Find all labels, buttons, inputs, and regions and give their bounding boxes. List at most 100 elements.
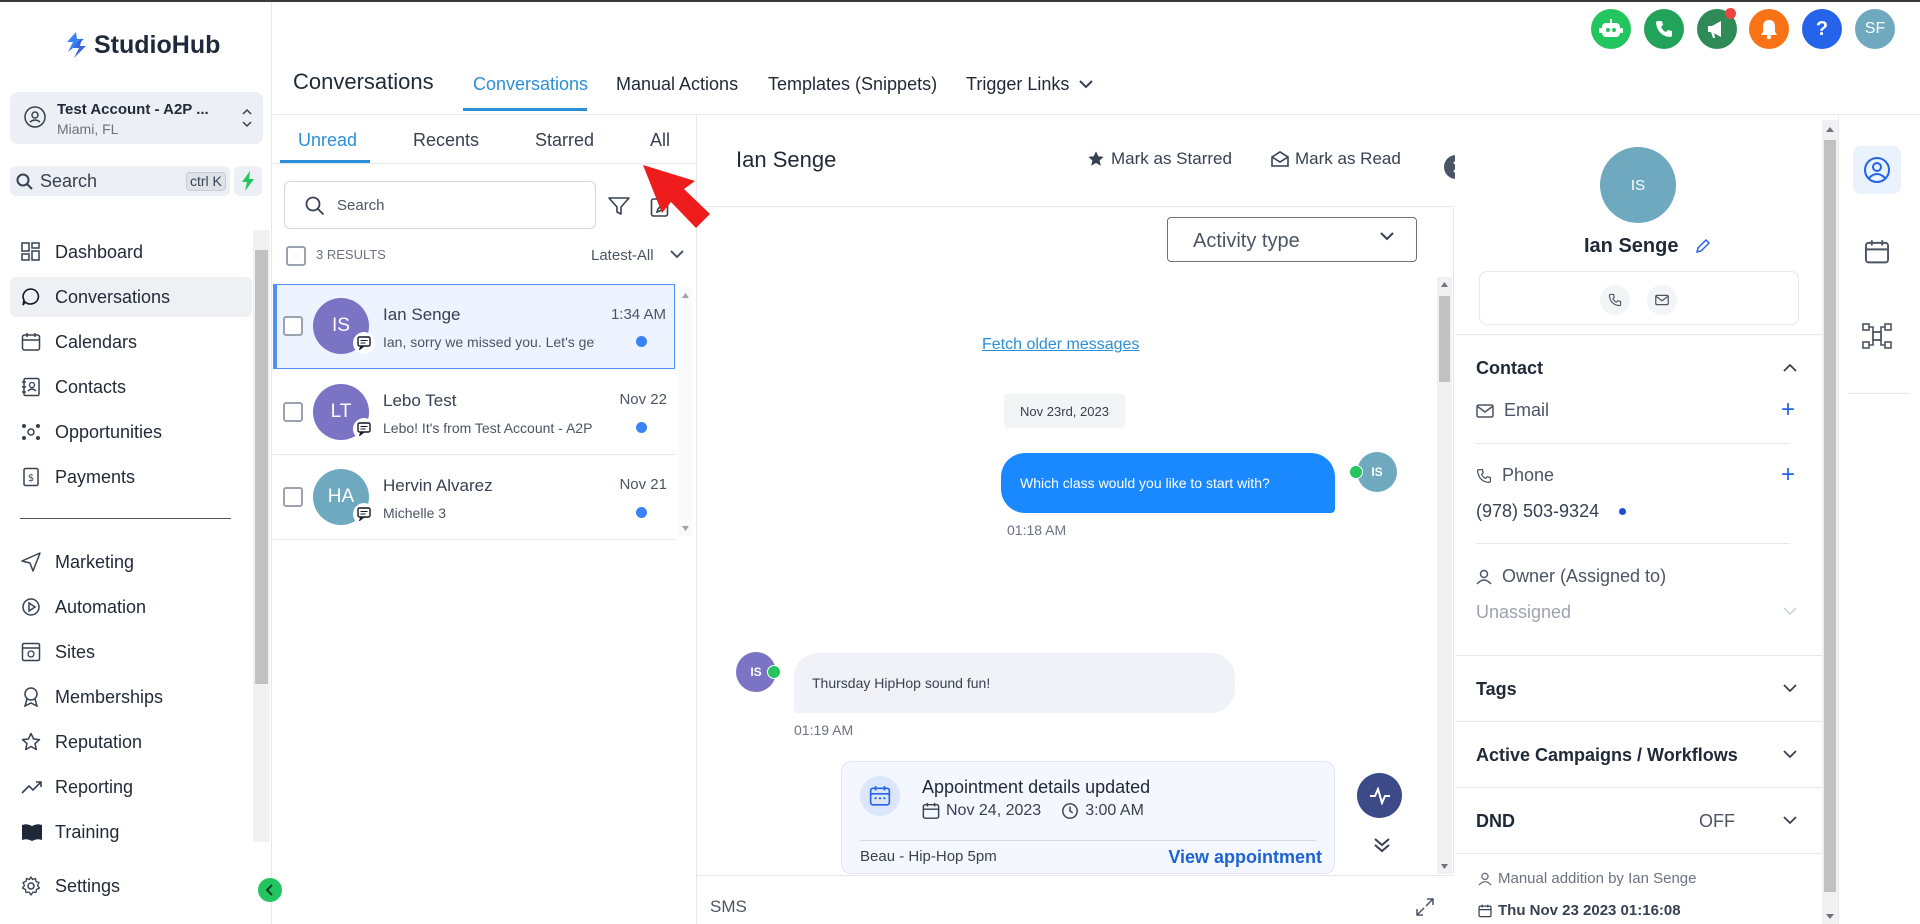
- tags-section-header[interactable]: Tags: [1476, 679, 1517, 700]
- fetch-older-link[interactable]: Fetch older messages: [982, 336, 1139, 354]
- nav-settings[interactable]: Settings: [10, 866, 252, 906]
- sms-channel-icon: [353, 503, 375, 525]
- mail-icon: [1476, 403, 1494, 418]
- row-checkbox[interactable]: [283, 402, 303, 422]
- call-button[interactable]: [1600, 285, 1630, 315]
- card-divider: [860, 840, 1316, 841]
- nav-payments[interactable]: $ Payments: [10, 457, 252, 497]
- app-logo[interactable]: StudioHub: [64, 30, 220, 60]
- nav-sites[interactable]: Sites: [10, 632, 252, 672]
- appointments-tab[interactable]: [1853, 228, 1901, 276]
- nav-label: Payments: [55, 466, 136, 487]
- expand-icon[interactable]: [1416, 898, 1434, 916]
- nav-contacts[interactable]: Contacts: [10, 367, 252, 407]
- annotation-arrow: [640, 162, 712, 230]
- edit-icon[interactable]: [1695, 238, 1711, 254]
- email-label: Email: [1504, 400, 1550, 420]
- email-button[interactable]: [1647, 285, 1677, 315]
- quick-actions-button[interactable]: [234, 166, 262, 196]
- chevron-down-icon[interactable]: [1783, 607, 1797, 616]
- notifications-button[interactable]: [1749, 9, 1789, 49]
- tab-unread[interactable]: Unread: [298, 130, 357, 151]
- help-icon: ?: [1815, 17, 1829, 40]
- chevron-down-icon[interactable]: [1783, 816, 1797, 825]
- nav-calendars[interactable]: Calendars: [10, 322, 252, 362]
- nav-dashboard[interactable]: Dashboard: [10, 232, 252, 272]
- conversation-search-input[interactable]: [337, 194, 577, 216]
- mark-starred-button[interactable]: Mark as Starred: [1087, 149, 1232, 169]
- user-avatar[interactable]: SF: [1855, 9, 1895, 49]
- contact-name: Ian Senge: [383, 305, 461, 324]
- filter-button[interactable]: [608, 196, 630, 216]
- phone-value[interactable]: (978) 503-9324: [1476, 501, 1599, 522]
- add-phone-button[interactable]: +: [1781, 463, 1795, 487]
- nav-reputation[interactable]: Reputation: [10, 722, 252, 762]
- megaphone-icon: [1708, 21, 1721, 38]
- tab-conversations[interactable]: Conversations: [473, 74, 588, 95]
- conversation-row[interactable]: HA Hervin Alvarez Michelle 3 Nov 21: [273, 455, 675, 540]
- select-all-checkbox[interactable]: [286, 246, 306, 266]
- activity-type-select[interactable]: Activity type: [1167, 217, 1417, 262]
- owner-select[interactable]: Unassigned: [1476, 602, 1571, 623]
- view-appointment-link[interactable]: View appointment: [1168, 847, 1322, 868]
- sidebar-scrollbar-thumb[interactable]: [255, 250, 268, 684]
- chevron-down-icon[interactable]: [1783, 750, 1797, 759]
- primary-phone-dot: [1619, 508, 1626, 515]
- dnd-section-header[interactable]: DND: [1476, 811, 1515, 832]
- workflows-tab[interactable]: [1853, 312, 1901, 360]
- row-checkbox[interactable]: [283, 316, 303, 336]
- add-email-button[interactable]: +: [1781, 398, 1795, 422]
- automation-icon: [21, 597, 41, 617]
- help-button[interactable]: ?: [1802, 9, 1842, 49]
- contact-name: Lebo Test: [383, 391, 457, 410]
- global-search[interactable]: Search ctrl K: [10, 166, 230, 196]
- chat-scrollbar-thumb[interactable]: [1439, 296, 1450, 382]
- contact-panel-scrollbar-thumb[interactable]: [1824, 140, 1836, 892]
- contact-avatar: IS: [1600, 147, 1676, 223]
- nav-opportunities[interactable]: Opportunities: [10, 412, 252, 452]
- chevron-down-icon[interactable]: [670, 250, 684, 259]
- chat-icon: [21, 287, 41, 307]
- account-switcher[interactable]: Test Account - A2P ... Miami, FL: [10, 92, 263, 144]
- nav-memberships[interactable]: Memberships: [10, 677, 252, 717]
- clock-icon: [1062, 803, 1079, 819]
- chevron-down-icon[interactable]: [1783, 684, 1797, 693]
- scroll-to-bottom-button[interactable]: [1373, 836, 1391, 854]
- activity-type-label: Activity type: [1193, 230, 1300, 252]
- nav-reporting[interactable]: Reporting: [10, 767, 252, 807]
- calendar-icon: [922, 802, 940, 819]
- message-composer[interactable]: SMS: [697, 875, 1454, 924]
- sites-icon: [21, 642, 41, 662]
- tab-recents[interactable]: Recents: [413, 130, 479, 151]
- memberships-icon: [21, 687, 41, 707]
- nav-automation[interactable]: Automation: [10, 587, 252, 627]
- tab-trigger-links[interactable]: Trigger Links: [966, 74, 1094, 95]
- star-icon: [21, 732, 41, 752]
- tab-all[interactable]: All: [650, 130, 670, 151]
- conversation-row[interactable]: LT Lebo Test Lebo! It's from Test Accoun…: [273, 370, 675, 455]
- date-divider: Nov 23rd, 2023: [1004, 394, 1125, 428]
- mark-read-button[interactable]: Mark as Read: [1271, 149, 1401, 169]
- tab-starred[interactable]: Starred: [535, 130, 594, 151]
- chevron-up-icon[interactable]: [1783, 363, 1797, 372]
- list-scrollbar[interactable]: [679, 288, 692, 536]
- phone-button[interactable]: [1644, 9, 1684, 49]
- conversation-search[interactable]: [284, 181, 596, 229]
- announcements-button[interactable]: [1697, 8, 1737, 49]
- chat-contact-name: Ian Senge: [736, 147, 837, 172]
- contact-section-header[interactable]: Contact: [1476, 358, 1543, 379]
- channel-selector[interactable]: SMS: [710, 897, 747, 917]
- conversation-row[interactable]: IS Ian Senge Ian, sorry we missed you. L…: [273, 284, 675, 369]
- campaigns-section-header[interactable]: Active Campaigns / Workflows: [1476, 745, 1738, 766]
- nav-training[interactable]: Training: [10, 812, 252, 852]
- contact-details-tab[interactable]: [1853, 146, 1901, 194]
- tab-templates[interactable]: Templates (Snippets): [768, 74, 937, 95]
- tab-manual-actions[interactable]: Manual Actions: [616, 74, 738, 95]
- nav-conversations[interactable]: Conversations: [10, 277, 252, 317]
- nav-label: Sites: [55, 641, 96, 662]
- row-checkbox[interactable]: [283, 487, 303, 507]
- activity-button[interactable]: [1357, 773, 1402, 818]
- ai-assistant-button[interactable]: [1591, 9, 1631, 49]
- sort-dropdown[interactable]: Latest-All: [591, 247, 654, 264]
- nav-marketing[interactable]: Marketing: [10, 542, 252, 582]
